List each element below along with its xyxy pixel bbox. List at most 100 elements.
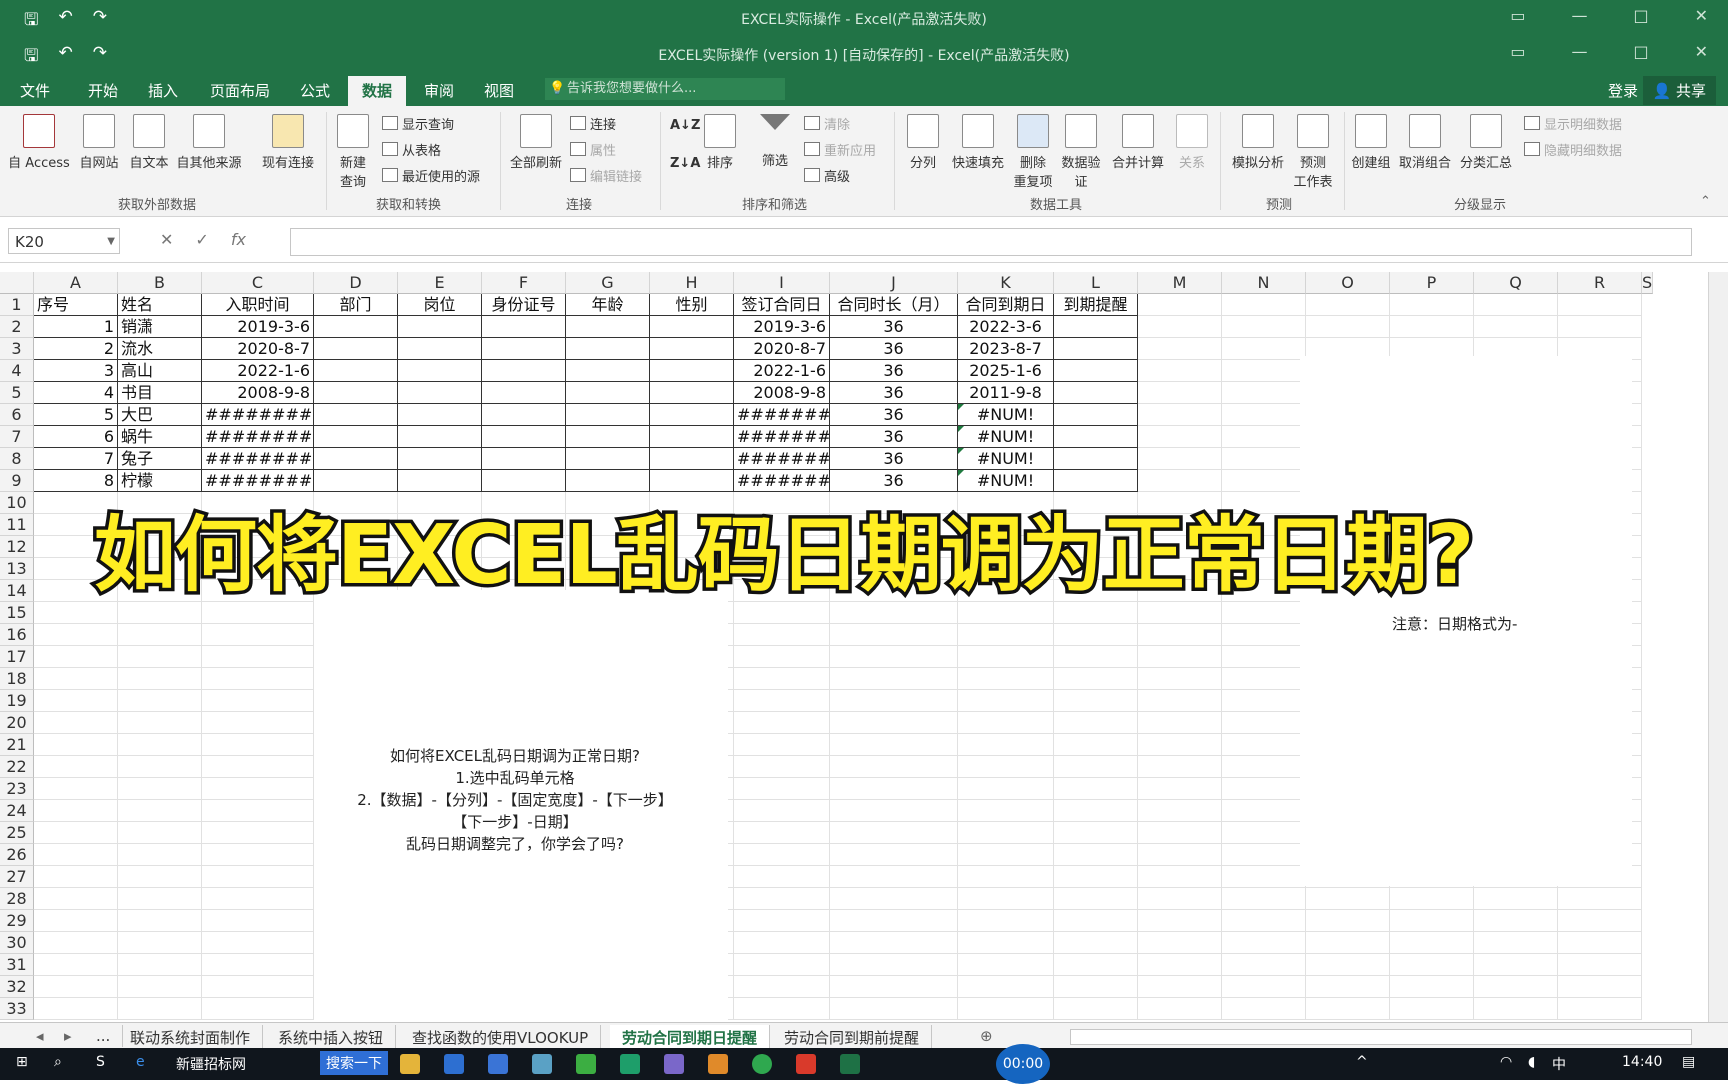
cell[interactable] (118, 712, 202, 734)
header-cell[interactable]: 合同时长（月） (830, 294, 958, 316)
app-icon[interactable] (488, 1054, 508, 1074)
cell[interactable] (734, 822, 830, 844)
cell[interactable] (958, 976, 1054, 998)
show-detail-button[interactable]: 显示明细数据 (1524, 114, 1622, 133)
show-query-button[interactable]: 显示查询 (382, 114, 454, 133)
cell[interactable] (118, 998, 202, 1020)
connections-button[interactable]: 连接 (570, 114, 616, 133)
cell[interactable] (1054, 668, 1138, 690)
cell[interactable]: 36 (830, 360, 958, 382)
cell[interactable] (1054, 976, 1138, 998)
sheet-tab[interactable]: 联动系统封面制作 (118, 1025, 264, 1050)
select-all-corner[interactable] (0, 272, 34, 294)
cell[interactable] (734, 888, 830, 910)
cell[interactable] (830, 844, 958, 866)
cell[interactable] (734, 866, 830, 888)
cell[interactable] (1138, 646, 1222, 668)
forecast-sheet-button[interactable]: 预测 工作表 (1290, 114, 1336, 190)
cell[interactable] (202, 844, 314, 866)
sheet-tab[interactable]: 系统中插入按钮 (266, 1025, 397, 1050)
cell[interactable] (1054, 932, 1138, 954)
cell[interactable] (1222, 712, 1306, 734)
cell[interactable] (34, 712, 118, 734)
tell-me-input[interactable]: 💡 告诉我您想要做什么... (545, 78, 785, 100)
row-header[interactable]: 32 (0, 976, 34, 998)
cell[interactable]: ######## (734, 448, 830, 470)
header-cell[interactable]: 合同到期日 (958, 294, 1054, 316)
ribbon-display-icon[interactable]: ▭ (1510, 42, 1525, 61)
column-header[interactable]: P (1390, 272, 1474, 294)
cell[interactable] (1222, 778, 1306, 800)
column-header[interactable]: B (118, 272, 202, 294)
data-validation-button[interactable]: 数据验 证 (1056, 114, 1106, 190)
cell[interactable] (398, 382, 482, 404)
cell[interactable] (830, 866, 958, 888)
cell[interactable]: 销潇 (118, 316, 202, 338)
column-header[interactable]: A (34, 272, 118, 294)
add-sheet-icon[interactable]: ⊕ (968, 1025, 1005, 1047)
existing-connections-button[interactable]: 现有连接 (256, 114, 320, 171)
cell[interactable] (734, 954, 830, 976)
spreadsheet-grid[interactable]: A B C D E F G H I J K L M N O P Q R S 1 序号 姓名 入职时间 部门 岗位 身份证号 年龄 性别… (0, 272, 1708, 1022)
cell[interactable] (1306, 998, 1390, 1020)
row-header[interactable]: 5 (0, 382, 34, 404)
cell[interactable] (118, 954, 202, 976)
row-header[interactable]: 21 (0, 734, 34, 756)
cell[interactable] (202, 976, 314, 998)
app-icon[interactable] (620, 1054, 640, 1074)
cell[interactable] (830, 734, 958, 756)
cell[interactable] (34, 888, 118, 910)
cell[interactable] (1558, 316, 1642, 338)
vertical-scrollbar[interactable] (1708, 272, 1728, 1022)
cell[interactable] (1138, 756, 1222, 778)
cell[interactable] (1138, 932, 1222, 954)
cell[interactable] (202, 888, 314, 910)
cell[interactable] (1306, 316, 1390, 338)
cell[interactable] (34, 778, 118, 800)
cell[interactable] (1474, 998, 1558, 1020)
cell[interactable] (650, 426, 734, 448)
cell[interactable] (1054, 646, 1138, 668)
cell[interactable] (1054, 734, 1138, 756)
cell[interactable] (1054, 888, 1138, 910)
cell[interactable] (1222, 822, 1306, 844)
cell[interactable] (566, 404, 650, 426)
ime-indicator[interactable]: 中 (1552, 1054, 1566, 1074)
cell[interactable]: 1 (34, 316, 118, 338)
cell[interactable] (830, 668, 958, 690)
cell[interactable] (1138, 294, 1222, 316)
cell[interactable] (1054, 910, 1138, 932)
properties-button[interactable]: 属性 (570, 140, 616, 159)
app-icon[interactable] (444, 1054, 464, 1074)
cell[interactable] (566, 382, 650, 404)
cell[interactable] (202, 668, 314, 690)
cell[interactable] (118, 690, 202, 712)
header-cell[interactable]: 入职时间 (202, 294, 314, 316)
cell[interactable] (1306, 932, 1390, 954)
cell[interactable] (650, 382, 734, 404)
restore-icon[interactable]: ▭ (1510, 6, 1525, 25)
cell[interactable] (202, 624, 314, 646)
tab-home[interactable]: 开始 (88, 80, 118, 101)
cell[interactable] (734, 624, 830, 646)
cell[interactable] (118, 668, 202, 690)
cell[interactable] (1474, 976, 1558, 998)
cell[interactable] (958, 800, 1054, 822)
cell[interactable] (830, 910, 958, 932)
consolidate-button[interactable]: 合并计算 (1106, 114, 1170, 171)
cell[interactable] (1306, 976, 1390, 998)
cell[interactable]: 4 (34, 382, 118, 404)
cell[interactable] (1054, 844, 1138, 866)
cell[interactable] (118, 624, 202, 646)
text-to-columns-button[interactable]: 分列 (900, 114, 946, 171)
sort-desc-icon[interactable]: Z↓A (670, 156, 700, 171)
cell[interactable] (202, 734, 314, 756)
row-header[interactable]: 23 (0, 778, 34, 800)
cell[interactable] (1054, 382, 1138, 404)
column-header[interactable]: C (202, 272, 314, 294)
cell[interactable] (398, 316, 482, 338)
cell[interactable] (958, 734, 1054, 756)
row-header[interactable]: 7 (0, 426, 34, 448)
cell[interactable]: ########## (202, 404, 314, 426)
cell[interactable] (1054, 316, 1138, 338)
